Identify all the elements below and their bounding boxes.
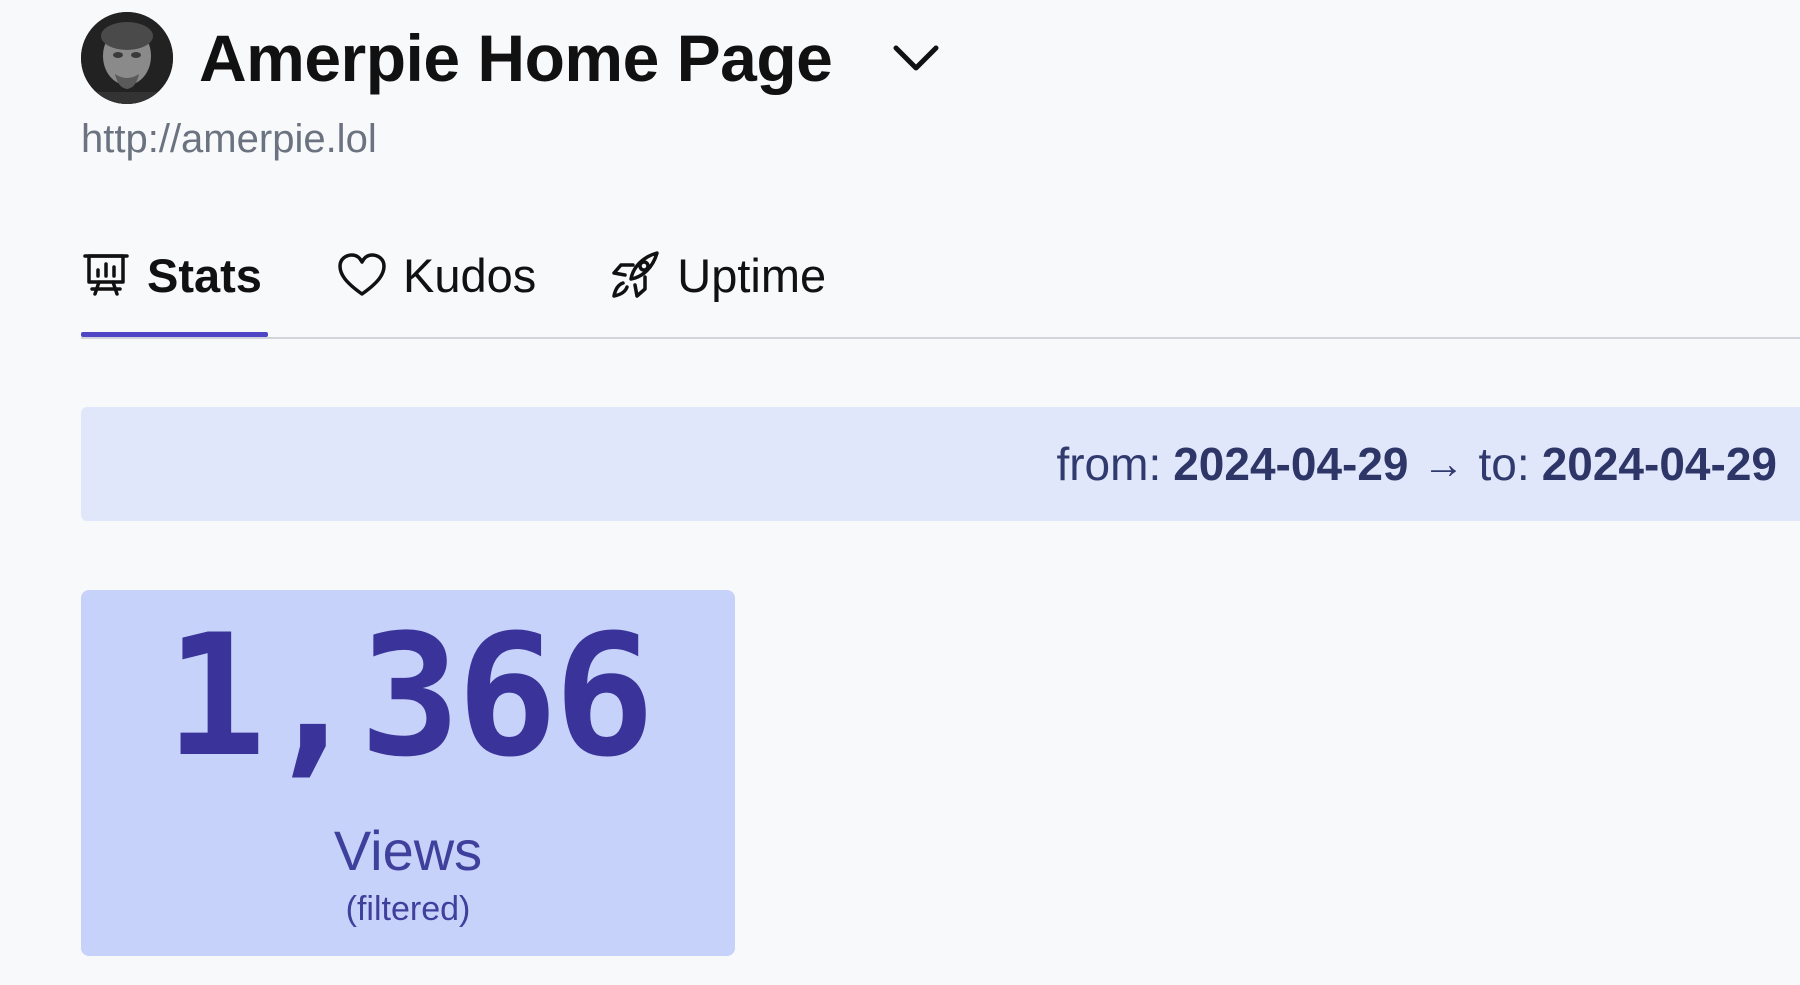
views-card: 1,366 Views (filtered) bbox=[81, 590, 735, 956]
heart-icon bbox=[337, 252, 387, 298]
tab-uptime[interactable]: Uptime bbox=[609, 220, 826, 330]
tab-bar: Stats Kudos Uptime bbox=[81, 220, 826, 330]
views-filtered-note: (filtered) bbox=[345, 890, 471, 928]
presentation-chart-icon bbox=[81, 250, 131, 300]
chevron-down-icon[interactable] bbox=[888, 30, 944, 86]
date-range-bar[interactable]: from: 2024-04-29 → to: 2024-04-29 bbox=[81, 407, 1800, 521]
views-label: Views bbox=[333, 819, 483, 882]
tab-stats-label: Stats bbox=[147, 248, 262, 302]
to-date[interactable]: 2024-04-29 bbox=[1542, 437, 1777, 491]
arrow-right-icon: → bbox=[1422, 440, 1465, 487]
from-label: from: bbox=[1056, 438, 1162, 490]
from-date[interactable]: 2024-04-29 bbox=[1173, 437, 1408, 491]
site-title: Amerpie Home Page bbox=[199, 21, 833, 95]
tabs-divider bbox=[81, 337, 1800, 339]
tab-kudos-label: Kudos bbox=[403, 248, 537, 302]
to-label: to: bbox=[1478, 438, 1530, 490]
views-count: 1,366 bbox=[165, 598, 655, 794]
avatar[interactable] bbox=[81, 12, 173, 104]
active-tab-indicator bbox=[81, 332, 268, 337]
site-header: Amerpie Home Page bbox=[81, 12, 944, 104]
site-url[interactable]: http://amerpie.lol bbox=[81, 117, 377, 162]
tab-stats[interactable]: Stats bbox=[81, 220, 268, 330]
tab-kudos[interactable]: Kudos bbox=[337, 220, 536, 330]
date-range: from: 2024-04-29 → to: 2024-04-29 bbox=[1056, 407, 1777, 521]
rocket-icon bbox=[609, 249, 661, 301]
tab-uptime-label: Uptime bbox=[677, 248, 827, 302]
